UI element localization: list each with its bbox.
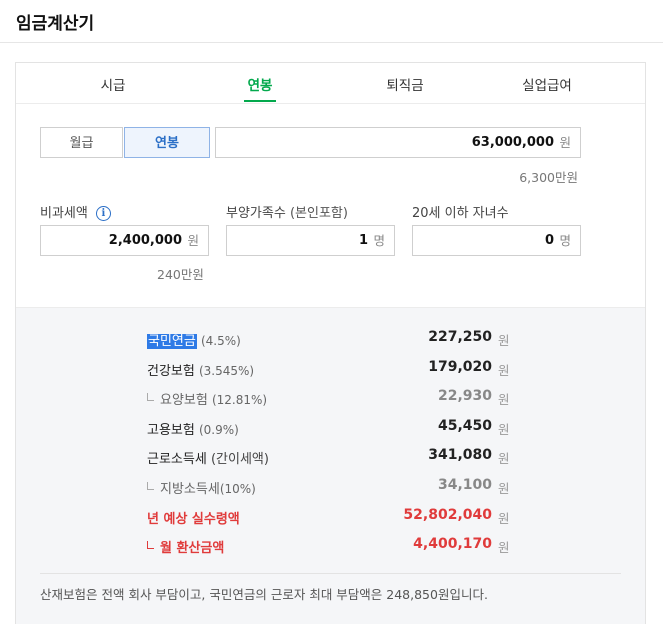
- dependents-unit: 명: [373, 233, 385, 248]
- result-row-income-tax: 근로소득세 (간이세액) 341,080 원: [16, 446, 645, 468]
- result-unit: 원: [498, 363, 510, 378]
- dependents-sub-label: (본인포함): [289, 206, 348, 221]
- result-rate: (간이세액): [210, 452, 269, 467]
- title-divider: [0, 42, 663, 43]
- info-icon[interactable]: i: [95, 206, 111, 221]
- result-unit: 원: [498, 422, 510, 437]
- result-name: 월 환산금액: [160, 541, 225, 556]
- annual-pay-toggle[interactable]: 연봉: [124, 127, 210, 158]
- children-input[interactable]: 0 명: [412, 225, 581, 256]
- nontaxable-hint: 240만원: [157, 267, 204, 282]
- salary-input[interactable]: 63,000,000 원: [215, 127, 581, 158]
- result-amount: 45,450: [437, 418, 492, 434]
- dependents-value: 1: [358, 233, 368, 248]
- result-row-national-pension: 국민연금 (4.5%) 227,250 원: [16, 328, 645, 350]
- dependents-input[interactable]: 1 명: [226, 225, 395, 256]
- nontaxable-label: 비과세액 i: [40, 202, 111, 221]
- children-label: 20세 이하 자녀수: [412, 206, 509, 221]
- result-rate: (3.545%): [198, 364, 255, 378]
- result-row-health-insurance: 건강보험 (3.545%) 179,020 원: [16, 358, 645, 380]
- nontaxable-value: 2,400,000: [108, 233, 182, 248]
- result-amount: 34,100: [437, 477, 492, 493]
- result-name: 지방소득세: [160, 482, 220, 497]
- result-amount: 4,400,170: [413, 536, 492, 552]
- result-amount: 52,802,040: [403, 507, 492, 523]
- result-name: 근로소득세: [147, 452, 207, 467]
- result-row-long-term-care: 요양보험 (12.81%) 22,930 원: [16, 387, 645, 409]
- dependents-label-text: 부양가족수: [226, 206, 286, 221]
- page-title: 임금계산기: [16, 14, 95, 34]
- tab-hourly[interactable]: 시급: [101, 74, 126, 94]
- result-unit: 원: [498, 540, 510, 555]
- result-amount: 22,930: [437, 388, 492, 404]
- result-name: 건강보험: [147, 364, 195, 379]
- nontaxable-input[interactable]: 2,400,000 원: [40, 225, 209, 256]
- salary-unit: 원: [559, 135, 571, 150]
- result-rate: (12.81%): [211, 393, 268, 407]
- sub-item-corner-icon: [147, 482, 154, 490]
- tab-annual-salary[interactable]: 연봉: [248, 74, 273, 94]
- result-rate: (10%): [219, 482, 256, 496]
- tab-bar: 시급 연봉 퇴직금 실업급여: [16, 63, 645, 104]
- children-value: 0: [544, 233, 554, 248]
- result-name: 요양보험: [160, 393, 208, 408]
- sub-item-corner-icon: [147, 541, 154, 549]
- result-amount: 341,080: [428, 447, 492, 463]
- tab-severance[interactable]: 퇴직금: [386, 74, 423, 94]
- salary-value: 63,000,000: [471, 135, 554, 150]
- result-unit: 원: [498, 333, 510, 348]
- nontaxable-unit: 원: [187, 233, 199, 248]
- deduction-results: 국민연금 (4.5%) 227,250 원 건강보험 (3.545%) 179,…: [16, 307, 645, 624]
- result-name: 고용보험: [147, 423, 195, 438]
- sub-item-corner-icon: [147, 393, 154, 401]
- result-unit: 원: [498, 451, 510, 466]
- result-row-local-income-tax: 지방소득세(10%) 34,100 원: [16, 476, 645, 498]
- salary-hint: 6,300만원: [519, 170, 578, 185]
- dependents-label: 부양가족수 (본인포함): [226, 202, 348, 221]
- nontaxable-label-text: 비과세액: [40, 206, 88, 221]
- children-unit: 명: [559, 233, 571, 248]
- result-row-employment-insurance: 고용보험 (0.9%) 45,450 원: [16, 417, 645, 439]
- result-unit: 원: [498, 511, 510, 526]
- notes-divider: [40, 573, 621, 574]
- result-unit: 원: [498, 392, 510, 407]
- result-amount: 227,250: [428, 329, 492, 345]
- result-rate: (0.9%): [198, 423, 239, 437]
- monthly-pay-toggle[interactable]: 월급: [40, 127, 123, 158]
- notes-text: 산재보험은 전액 회사 부담이고, 국민연금의 근로자 최대 부담액은 248,…: [40, 587, 488, 602]
- result-row-annual-net-pay: 년 예상 실수령액 52,802,040 원: [16, 506, 645, 528]
- active-tab-indicator: [244, 100, 276, 102]
- result-row-monthly-equivalent: 월 환산금액 4,400,170 원: [16, 535, 645, 557]
- result-amount: 179,020: [428, 359, 492, 375]
- tab-unemployment-benefit[interactable]: 실업급여: [522, 74, 572, 94]
- result-unit: 원: [498, 481, 510, 496]
- calculator-card: 시급 연봉 퇴직금 실업급여 월급 연봉 63,000,000 원 6,300만…: [15, 62, 646, 624]
- result-name: 국민연금: [147, 334, 197, 349]
- result-rate: (4.5%): [200, 334, 241, 348]
- result-name: 년 예상 실수령액: [147, 512, 240, 527]
